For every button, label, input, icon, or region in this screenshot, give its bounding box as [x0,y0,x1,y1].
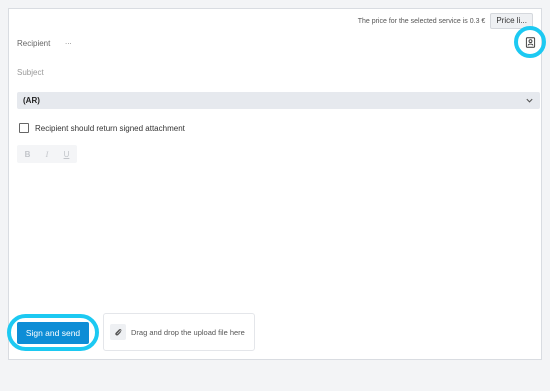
service-select-value: (AR) [23,96,40,105]
return-signed-checkbox[interactable] [19,123,29,133]
subject-input[interactable]: Subject [17,68,44,77]
compose-panel: The price for the selected service is 0.… [7,8,546,360]
price-info: The price for the selected service is 0.… [358,13,533,29]
recipient-input[interactable]: ... [65,37,72,46]
bold-button[interactable]: B [25,150,31,159]
service-select[interactable]: (AR) [17,92,540,109]
recipient-label: Recipient [17,39,51,48]
price-text: The price for the selected service is 0.… [357,17,486,25]
sign-and-send-button[interactable]: Sign and send [16,321,90,344]
dropzone-label: Drag and drop the upload file here [131,327,245,337]
file-dropzone[interactable]: Drag and drop the upload file here [103,313,255,351]
return-signed-label[interactable]: Recipient should return signed attachmen… [35,124,185,133]
underline-button[interactable]: U [64,150,70,159]
return-signed-option: Recipient should return signed attachmen… [19,123,185,133]
chevron-down-icon [525,96,534,105]
address-book-icon [525,36,535,48]
format-toolbar: B I U [17,145,77,163]
italic-button[interactable]: I [46,150,49,159]
contacts-button[interactable] [514,26,546,58]
send-button-highlight: Sign and send [7,314,99,351]
paperclip-icon [110,324,126,340]
